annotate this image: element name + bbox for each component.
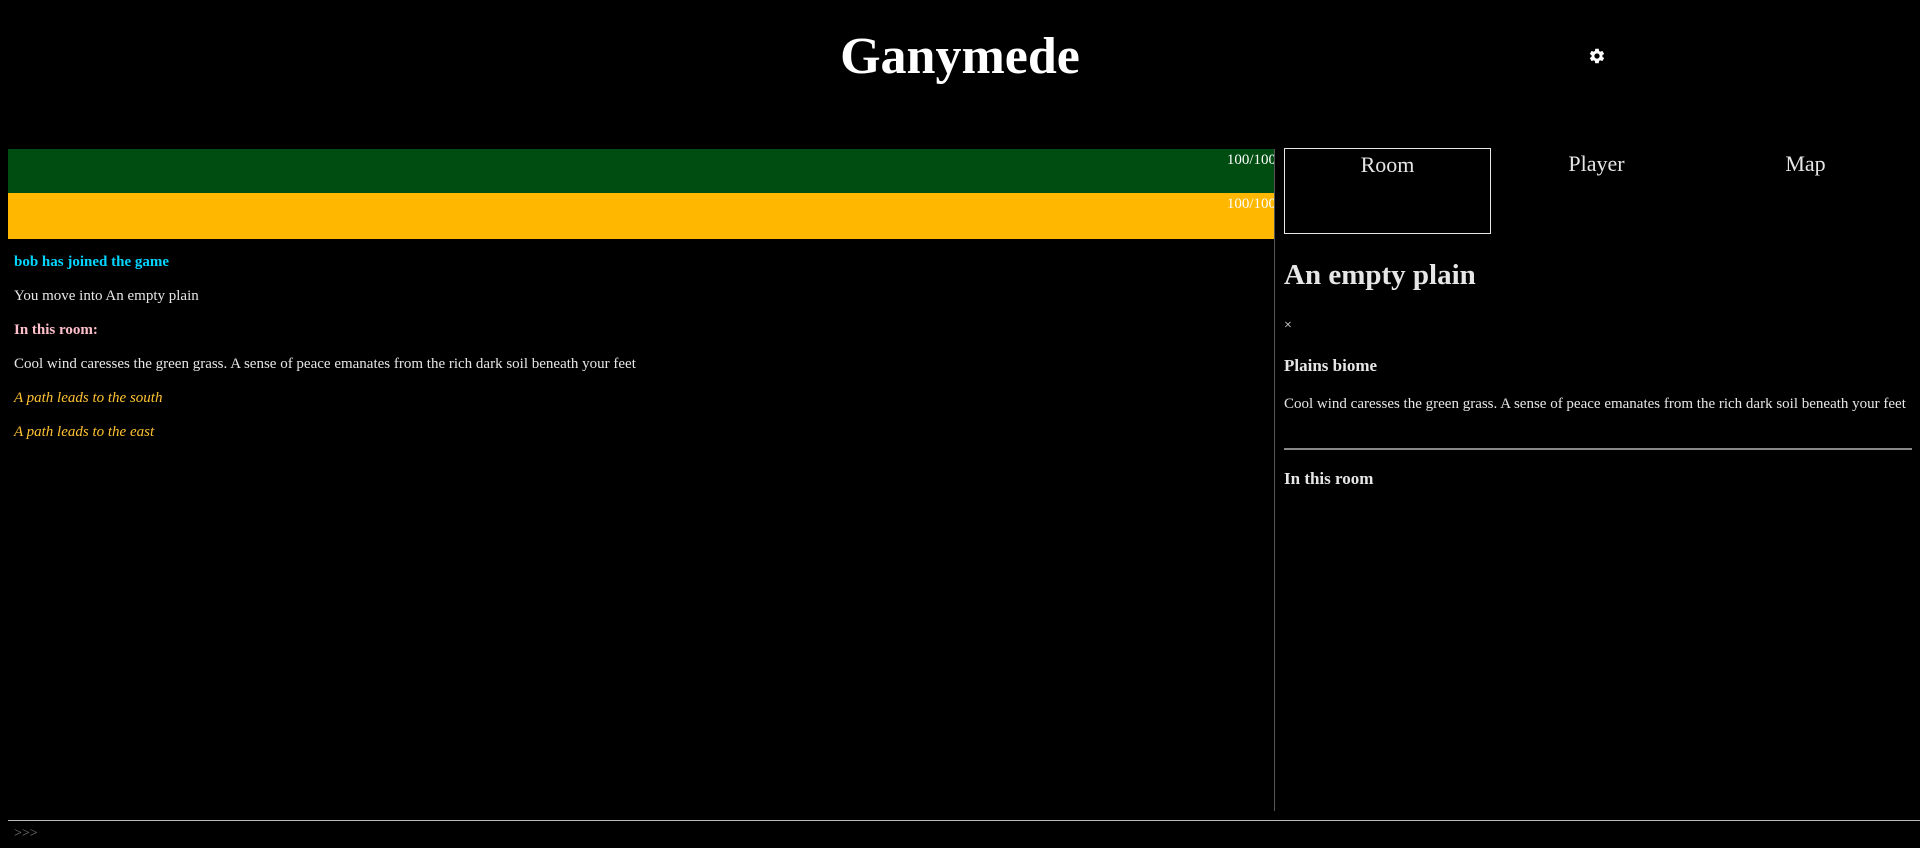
biome-title: Plains biome [1284,356,1378,375]
tab-bar: Room Player Map [1284,148,1912,238]
command-bar: >>> [8,820,1920,848]
gear-icon[interactable] [1588,47,1606,65]
log-message: In this room: [14,322,98,338]
side-panel: Room Player Map An empty plain × Plains … [1284,148,1912,811]
log-message: A path leads to the south [14,390,163,406]
tab-room[interactable]: Room [1284,148,1491,234]
health-bar-fill [8,149,1274,193]
stamina-bar-fill [8,193,1274,239]
room-title: An empty plain [1284,259,1476,291]
command-input[interactable] [48,824,1912,846]
tab-player[interactable]: Player [1493,148,1700,234]
game-log-pane: 100/100 100/100 bob has joined the game … [8,149,1275,811]
stamina-bar: 100/100 [8,193,1274,239]
health-value: 100/100 [1226,152,1274,168]
header: Ganymede [0,0,1920,110]
stamina-value: 100/100 [1226,196,1274,212]
in-room-heading: In this room [1284,469,1374,488]
health-bar: 100/100 [8,149,1274,193]
divider [1284,448,1912,450]
command-prompt: >>> [14,826,38,841]
tab-map[interactable]: Map [1702,148,1909,234]
log-message: Cool wind caresses the green grass. A se… [14,356,636,372]
game-title: Ganymede [840,28,1080,85]
log-message: A path leads to the east [14,424,155,440]
log-message: You move into An empty plain [14,288,199,304]
room-description: Cool wind caresses the green grass. A se… [1284,396,1906,412]
log-message: bob has joined the game [14,254,170,270]
message-log: bob has joined the game You move into An… [8,239,1274,456]
close-icon[interactable]: × [1284,318,1292,334]
